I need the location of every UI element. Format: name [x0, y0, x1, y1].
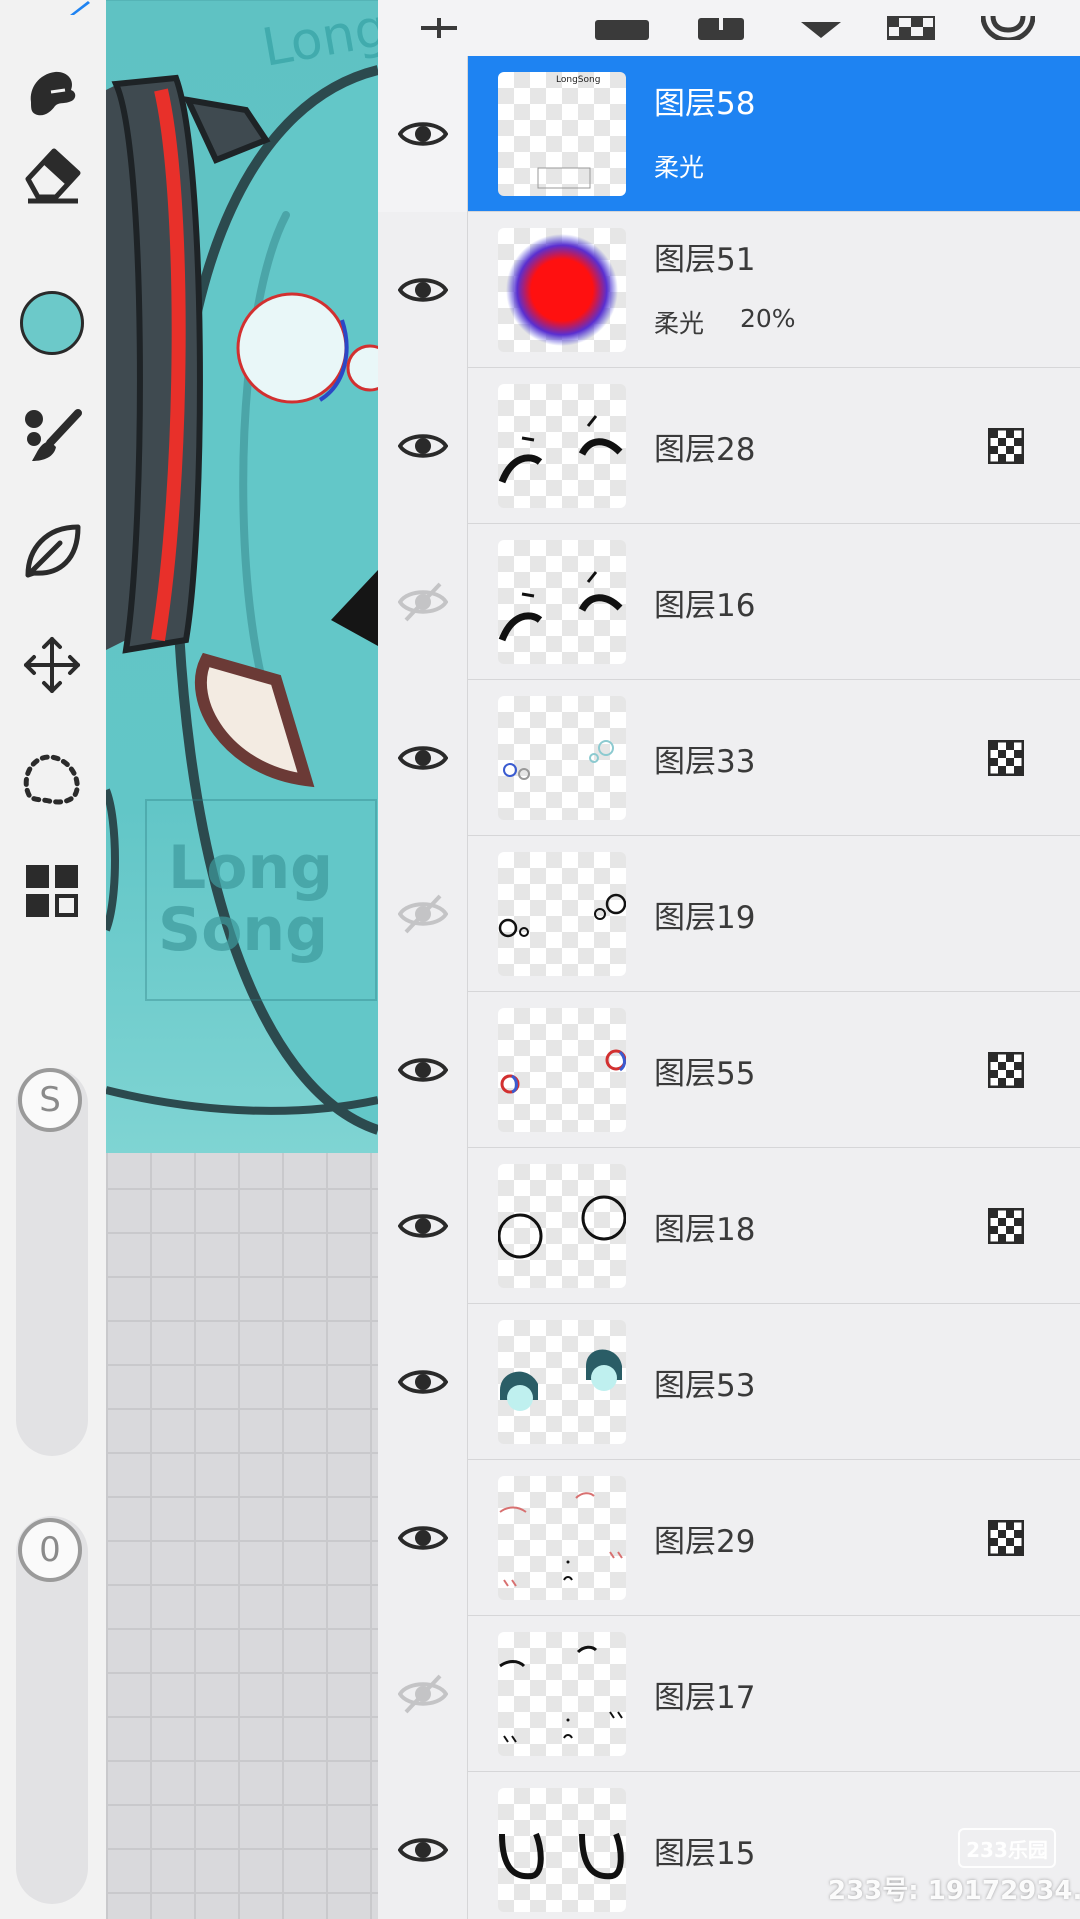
smudge-icon[interactable]: [13, 54, 91, 132]
layer-name: 图层16: [654, 588, 756, 624]
layer-thumbnail[interactable]: [498, 1788, 626, 1912]
add-icon[interactable]: [414, 0, 464, 40]
top-tool-fragment: [30, 0, 90, 15]
alpha-lock-icon: [987, 427, 1025, 465]
layer-name: 图层51: [654, 242, 756, 278]
layer-thumbnail[interactable]: [498, 540, 626, 664]
art-title-text: Long: [258, 0, 378, 79]
layer-name: 图层17: [654, 1680, 756, 1716]
eye-icon[interactable]: [378, 56, 468, 212]
layer-name: 图层55: [654, 1056, 756, 1092]
layer-name: 图层33: [654, 744, 756, 780]
layer-thumbnail[interactable]: [498, 1320, 626, 1444]
transform-icon[interactable]: [13, 626, 91, 704]
brush-library-icon[interactable]: [13, 398, 91, 476]
opacity-slider-handle[interactable]: 0: [18, 1518, 82, 1582]
layer-thumbnail[interactable]: LongSong: [498, 72, 626, 196]
layer-row[interactable]: 图层29: [378, 1460, 1080, 1616]
art-watermark-long: Long: [168, 833, 333, 903]
eye-icon[interactable]: [378, 680, 468, 836]
eye-icon[interactable]: [378, 1460, 468, 1616]
eye-icon[interactable]: [378, 1772, 468, 1919]
folder-icon[interactable]: [594, 0, 650, 40]
tool-sidebar: S 0: [0, 0, 106, 1919]
target-icon[interactable]: [978, 0, 1038, 40]
layer-row[interactable]: 图层16: [378, 524, 1080, 680]
layer-blend-mode[interactable]: 柔光: [654, 148, 704, 184]
eye-icon[interactable]: [378, 1304, 468, 1460]
layer-name: 图层28: [654, 432, 756, 468]
layer-blend-mode[interactable]: 柔光: [654, 304, 704, 340]
eye-hidden-icon[interactable]: [378, 524, 468, 680]
layer-row[interactable]: 图层19: [378, 836, 1080, 992]
art-watermark-song: Song: [158, 895, 328, 965]
layer-row[interactable]: 图层18: [378, 1148, 1080, 1304]
eye-hidden-icon[interactable]: [378, 836, 468, 992]
layers-icon[interactable]: [13, 852, 91, 930]
thumb-text: LongSong: [556, 75, 600, 85]
layer-thumbnail[interactable]: [498, 1476, 626, 1600]
layer-thumbnail[interactable]: [498, 1164, 626, 1288]
eraser-icon[interactable]: [13, 134, 91, 212]
layer-row[interactable]: 图层51 柔光 20%: [378, 212, 1080, 368]
eye-icon[interactable]: [378, 992, 468, 1148]
layer-row[interactable]: 图层17: [378, 1616, 1080, 1772]
alpha-lock-icon: [987, 1519, 1025, 1557]
layer-row[interactable]: 图层28: [378, 368, 1080, 524]
alpha-lock-icon: [987, 1207, 1025, 1245]
layer-name: 图层58: [654, 86, 756, 122]
layer-row[interactable]: 图层33: [378, 680, 1080, 836]
layer-thumbnail[interactable]: [498, 696, 626, 820]
layer-thumbnail[interactable]: [498, 228, 626, 352]
layer-row[interactable]: LongSong 图层58 柔光: [378, 56, 1080, 212]
layer-name: 图层29: [654, 1524, 756, 1560]
size-slider-handle[interactable]: S: [18, 1068, 82, 1132]
artwork: Long Song Long: [106, 0, 378, 1153]
watermark-id: 233号: 19172934.1: [828, 1876, 1080, 1906]
leaf-icon[interactable]: [13, 512, 91, 590]
watermark-logo: 233乐园: [958, 1828, 1056, 1868]
layer-row[interactable]: 图层55: [378, 992, 1080, 1148]
layer-name: 图层53: [654, 1368, 756, 1404]
layer-thumbnail[interactable]: [498, 1632, 626, 1756]
layers-panel-toolbar: [378, 0, 1080, 56]
color-swatch[interactable]: [13, 284, 91, 362]
eye-icon[interactable]: [378, 368, 468, 524]
eye-hidden-icon[interactable]: [378, 1616, 468, 1772]
drawing-canvas[interactable]: Long Song Long: [106, 0, 378, 1919]
eye-icon[interactable]: [378, 212, 468, 368]
layer-name: 图层15: [654, 1836, 756, 1872]
lasso-icon[interactable]: [13, 740, 91, 818]
layer-thumbnail[interactable]: [498, 852, 626, 976]
layer-opacity: 20%: [740, 304, 796, 333]
duplicate-icon[interactable]: [696, 0, 746, 40]
layer-name: 图层19: [654, 900, 756, 936]
eye-icon[interactable]: [378, 1148, 468, 1304]
layer-thumbnail[interactable]: [498, 1008, 626, 1132]
merge-down-icon[interactable]: [796, 0, 846, 40]
alpha-lock-icon: [987, 739, 1025, 777]
alpha-lock-icon: [987, 1051, 1025, 1089]
layer-name: 图层18: [654, 1212, 756, 1248]
layer-thumbnail[interactable]: [498, 384, 626, 508]
checker-icon[interactable]: [886, 0, 936, 40]
layers-panel: LongSong 图层58 柔光 图层51 柔光 20% 图层28 图层16 图层33 图层19 图…: [378, 0, 1080, 1919]
layer-row[interactable]: 图层53: [378, 1304, 1080, 1460]
current-color: [20, 291, 84, 355]
